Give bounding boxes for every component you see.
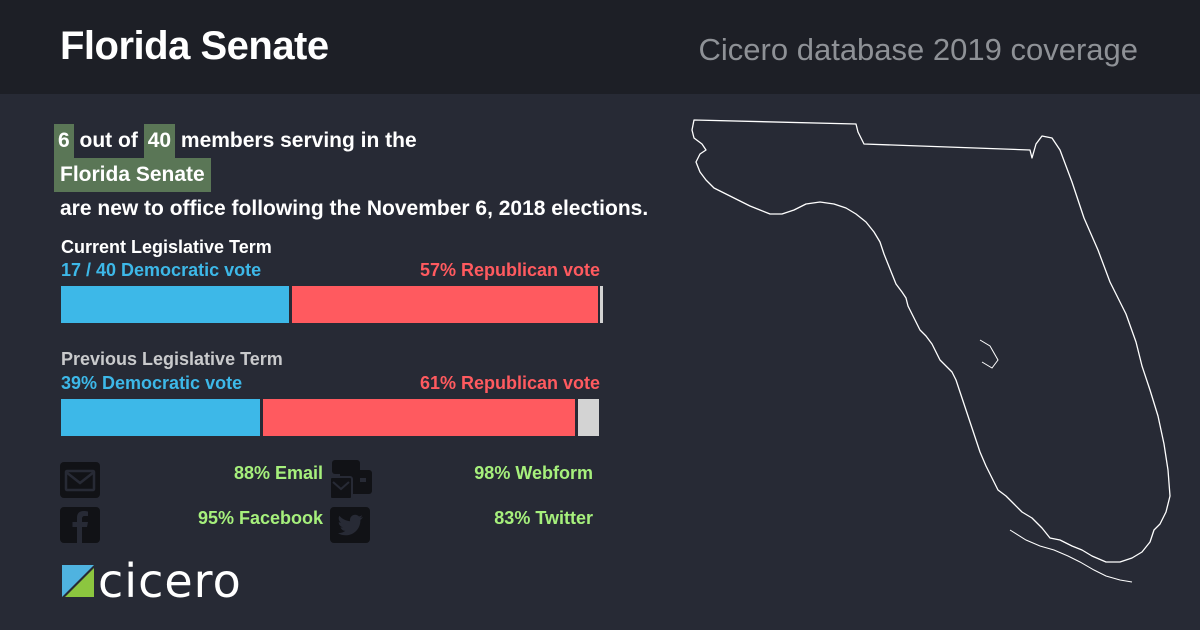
- headline-line-2: Florida Senate: [54, 158, 774, 192]
- previous-term-bar: [61, 399, 599, 436]
- cicero-logo-mark: [62, 565, 94, 597]
- current-rep-label: 57% Republican vote: [419, 260, 600, 280]
- page-title: Florida Senate: [60, 24, 329, 68]
- twitter-stat: 83% Twitter: [494, 508, 593, 528]
- email-stat: 88% Email: [233, 463, 323, 483]
- email-icon: [60, 462, 100, 498]
- header-bar: Florida Senate Cicero database 2019 cove…: [0, 0, 1200, 94]
- headline: 6 out of 40 members serving in the Flori…: [54, 124, 774, 226]
- florida-map: [691, 119, 1171, 583]
- previous-dem-segment: [61, 399, 261, 436]
- current-term-title: Current Legislative Term: [61, 237, 272, 257]
- previous-rep-label: 61% Republican vote: [419, 373, 600, 393]
- current-rep-segment: [292, 286, 599, 323]
- chamber-name: Florida Senate: [54, 158, 211, 192]
- total-member-count: 40: [143, 124, 176, 158]
- page-subtitle: Cicero database 2019 coverage: [698, 32, 1138, 67]
- headline-out-of: out of: [79, 129, 138, 152]
- previous-term-title: Previous Legislative Term: [61, 349, 283, 369]
- webform-icon: [329, 460, 372, 500]
- headline-line-3: are new to office following the November…: [60, 197, 649, 220]
- cicero-logo: cicero: [62, 554, 242, 608]
- webform-stat: 98% Webform: [474, 463, 593, 483]
- current-dem-label: 17 / 40 Democratic vote: [61, 260, 262, 280]
- new-member-count: 6: [54, 124, 74, 158]
- current-dem-segment: [61, 286, 290, 323]
- previous-other-segment: [577, 399, 599, 436]
- facebook-icon: [60, 507, 100, 543]
- facebook-stat: 95% Facebook: [197, 508, 323, 528]
- logo-wordmark: cicero: [98, 554, 242, 608]
- previous-dem-label: 39% Democratic vote: [61, 373, 243, 393]
- twitter-icon: [330, 507, 370, 543]
- current-other-segment: [600, 286, 603, 323]
- headline-line-1: 6 out of 40 members serving in the: [54, 124, 774, 158]
- headline-members: members serving in the: [180, 129, 417, 152]
- current-term-bar: [61, 286, 603, 323]
- previous-rep-segment: [263, 399, 575, 436]
